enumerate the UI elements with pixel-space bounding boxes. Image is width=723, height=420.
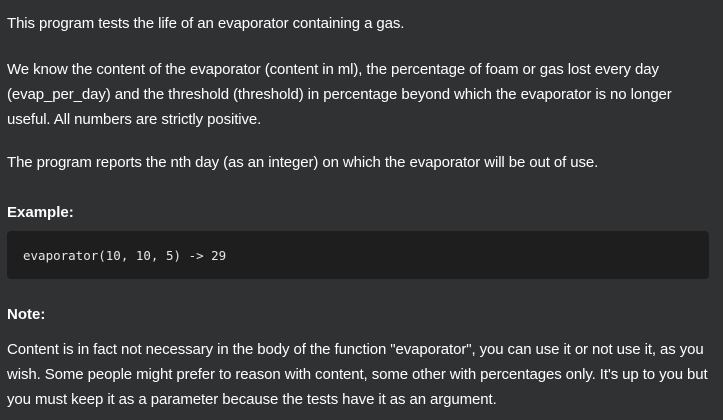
- example-heading: Example:: [7, 204, 74, 221]
- note-paragraph: Content is in fact not necessary in the …: [7, 341, 708, 408]
- report-paragraph: The program reports the nth day (as an i…: [7, 154, 599, 171]
- note-heading: Note:: [7, 306, 46, 323]
- example-code-block: evaporator(10, 10, 5) -> 29: [7, 231, 709, 279]
- details-paragraph: We know the content of the evaporator (c…: [7, 61, 672, 128]
- intro-paragraph: This program tests the life of an evapor…: [7, 15, 405, 32]
- example-code: evaporator(10, 10, 5) -> 29: [23, 247, 227, 263]
- kata-description: This program tests the life of an evapor…: [0, 0, 723, 420]
